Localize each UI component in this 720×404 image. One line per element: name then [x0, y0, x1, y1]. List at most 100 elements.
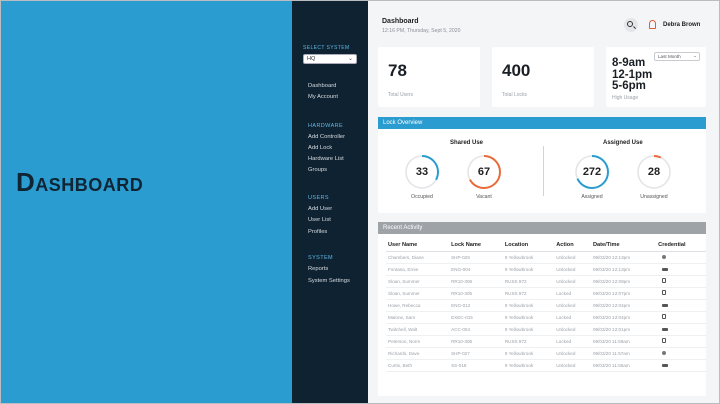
fob-icon [662, 350, 667, 355]
col-location[interactable]: Location [502, 239, 555, 252]
sidebar: SELECT SYSTEM HQ ⌄ Dashboard My Account … [292, 1, 368, 403]
table-cell: ENG-004 [449, 263, 503, 276]
table-cell: 09/03/20 12:01pm [591, 323, 657, 336]
card-icon [662, 363, 669, 367]
table-row[interactable]: Malone, Sam EXEC-015 9 Yellowbrook Locked 09… [386, 311, 706, 324]
sidebar-item-add-user[interactable]: Add User [308, 206, 332, 212]
sidebar-item-user-list[interactable]: User List [308, 217, 331, 223]
table-cell: Unlocked [554, 359, 591, 372]
sidebar-head-users: USERS [308, 195, 329, 201]
table-cell: 9 Yellowbrook [502, 251, 555, 264]
table-cell: Unlocked [554, 251, 591, 264]
table-cell: 09/03/20 12:13pm [591, 251, 657, 264]
gauge-assigned: 272 [574, 154, 610, 190]
table-cell: 09/03/20 12:07pm [591, 287, 657, 300]
gauge-label: Assigned [581, 194, 603, 200]
credential-cell [656, 311, 706, 324]
table-row[interactable]: Curtis, Beth SS-018 9 Yellowbrook Unlocked 0… [386, 359, 706, 372]
table-cell: Sloan, Summer [386, 275, 450, 288]
chevron-down-icon: ⌄ [693, 53, 697, 58]
table-cell: Locked [554, 287, 591, 300]
credential-cell [656, 287, 706, 300]
table-row[interactable]: Peterson, Norm RR10-306 RUSS 872 Locked 09/0… [386, 335, 706, 348]
table-cell: Curtis, Beth [386, 359, 450, 372]
table-row[interactable]: Howe, Rebecca ENG-012 9 Yellowbrook Unlocke… [386, 299, 706, 312]
total-users-value: 78 [388, 61, 407, 80]
table-cell: ENG-012 [449, 299, 503, 312]
sidebar-item-hardware-list[interactable]: Hardware List [308, 156, 344, 162]
total-locks-card: 400 Total Locks [492, 47, 594, 107]
table-cell: Unlocked [554, 323, 591, 336]
col-action[interactable]: Action [554, 239, 591, 252]
table-row[interactable]: Sloan, Summer RR10-306 RUSS 872 Unlocked 09/… [386, 275, 706, 288]
system-select[interactable]: HQ ⌄ [303, 54, 357, 64]
table-cell: 9 Yellowbrook [502, 323, 555, 336]
table-cell: Howe, Rebecca [386, 299, 450, 312]
gauge-vacant: 67 [466, 154, 502, 190]
recent-activity-header: Recent Activity [378, 222, 706, 234]
table-row[interactable]: Chambers, Diane SHP-029 9 Yellowbrook Unloc… [386, 251, 706, 264]
col-credential[interactable]: Credential [656, 239, 706, 252]
table-cell: ACC-004 [449, 323, 503, 336]
total-users-card: 78 Total Users [378, 47, 480, 107]
total-users-label: Total Users [388, 92, 414, 98]
hero-panel: Dashboard [1, 1, 292, 403]
sidebar-head-system: SYSTEM [308, 255, 334, 261]
sidebar-item-system-settings[interactable]: System Settings [308, 278, 350, 284]
table-cell: Fontana, Ernie [386, 263, 450, 276]
card-icon [662, 267, 669, 271]
page-date: 12:16 PM, Thursday, Sept 5, 2020 [382, 28, 461, 34]
range-select-value: Last Month [658, 54, 681, 59]
total-locks-value: 400 [502, 61, 531, 80]
gauge-label: Vacant [476, 194, 492, 200]
gauge-label: Occupied [411, 194, 433, 200]
card-icon [662, 303, 669, 307]
table-row[interactable]: Fontana, Ernie ENG-004 9 Yellowbrook Unlock… [386, 263, 706, 276]
table-cell: 9 Yellowbrook [502, 347, 555, 360]
sidebar-item-reports[interactable]: Reports [308, 266, 328, 272]
table-cell: 9 Yellowbrook [502, 299, 555, 312]
phone-icon [662, 290, 667, 295]
total-locks-label: Total Locks [502, 92, 528, 98]
table-cell: RUSS 872 [502, 275, 555, 288]
bell-icon[interactable] [646, 18, 660, 32]
sidebar-item-my-account[interactable]: My Account [308, 94, 338, 100]
table-cell: Locked [554, 335, 591, 348]
table-cell: RR10-305 [449, 287, 503, 300]
table-cell: RR10-306 [449, 275, 503, 288]
table-cell: RUSS 872 [502, 335, 555, 348]
sidebar-item-add-controller[interactable]: Add Controller [308, 134, 345, 140]
credential-cell [656, 299, 706, 312]
col-date-time[interactable]: Date/Time [591, 239, 657, 252]
table-cell: RUSS 872 [502, 287, 555, 300]
credential-cell [656, 335, 706, 348]
table-cell: 09/03/20 12:13pm [591, 263, 657, 276]
sidebar-item-add-lock[interactable]: Add Lock [308, 145, 332, 151]
phone-icon [662, 278, 667, 283]
sidebar-head-hardware: HARDWARE [308, 123, 344, 129]
table-row[interactable]: Richards, Dave SHP-027 9 Yellowbrook Unlock… [386, 347, 706, 360]
table-cell: 09/03/20 11:57am [591, 347, 657, 360]
range-select[interactable]: Last Month ⌄ [654, 52, 700, 61]
col-user-name[interactable]: User Name [386, 239, 450, 252]
gauge-unassigned: 28 [636, 154, 672, 190]
sidebar-item-dashboard[interactable]: Dashboard [308, 83, 336, 89]
gauge-label: Unassigned [640, 194, 668, 200]
table-cell: 09/03/20 12:09pm [591, 275, 657, 288]
high-usage-hours: 8-9am 12-1pm 5-6pm [612, 57, 652, 93]
sidebar-item-profiles[interactable]: Profiles [308, 229, 327, 235]
high-usage-hour: 5-6pm [612, 80, 646, 92]
table-cell: 09/03/20 11:59am [591, 335, 657, 348]
high-usage-hour: 8-9am [612, 57, 646, 69]
card-icon [662, 327, 669, 331]
user-name[interactable]: Debra Brown [663, 22, 700, 28]
search-icon[interactable] [624, 18, 638, 32]
overview-divider [543, 146, 544, 196]
table-row[interactable]: Sloan, Summer RR10-305 RUSS 872 Locked 09/03… [386, 287, 706, 300]
sidebar-item-groups[interactable]: Groups [308, 167, 327, 173]
table-cell: Chambers, Diane [386, 251, 450, 264]
col-lock-name[interactable]: Lock Name [449, 239, 503, 252]
high-usage-label: High Usage [612, 95, 639, 101]
lock-overview-header: Lock Overview [378, 117, 706, 129]
table-row[interactable]: Twitchell, Walt ACC-004 9 Yellowbrook Unloc… [386, 323, 706, 336]
